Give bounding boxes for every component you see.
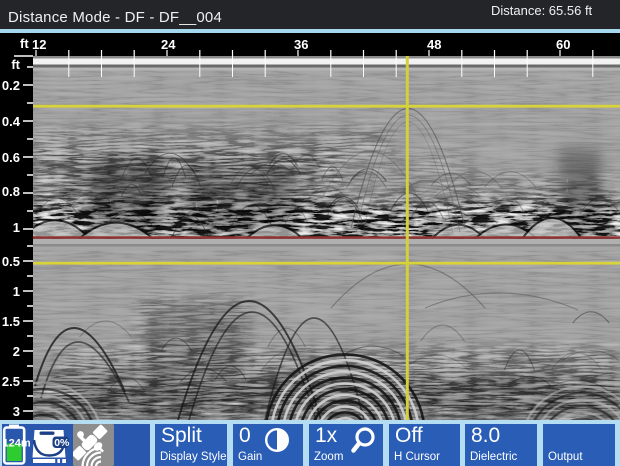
svg-text:0%: 0% [54,437,70,449]
svg-text:124m: 124m [3,438,31,450]
